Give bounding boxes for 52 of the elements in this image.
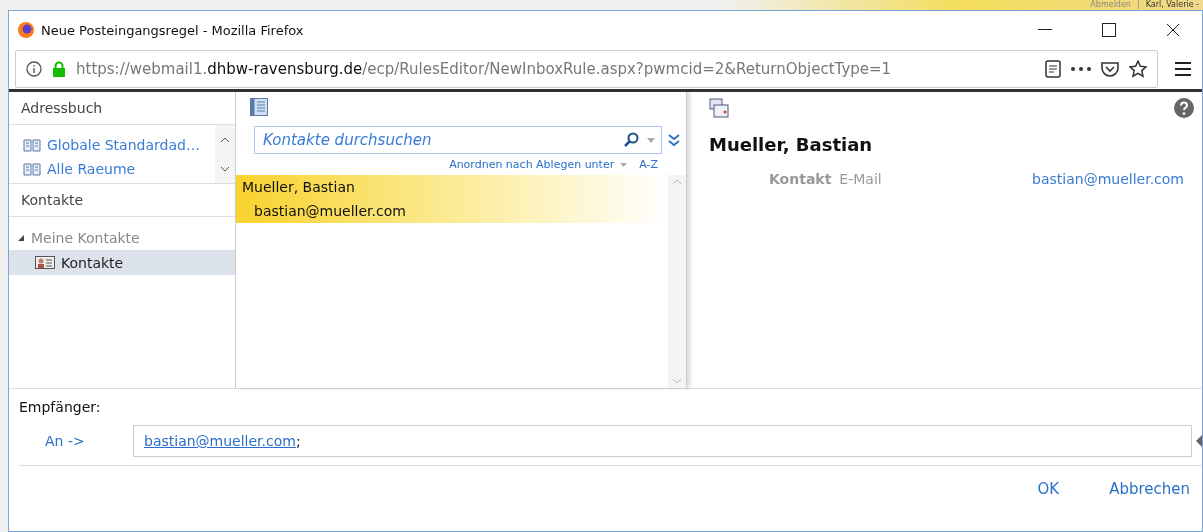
address-book-item[interactable]: Globale Standardad… — [9, 137, 215, 153]
collapse-icon[interactable] — [1196, 435, 1202, 447]
close-icon[interactable] — [1166, 23, 1180, 37]
pocket-icon[interactable] — [1101, 61, 1119, 77]
browser-logo-icon — [17, 21, 35, 39]
search-input[interactable]: Kontakte durchsuchen — [261, 130, 615, 150]
address-book-icon — [23, 162, 41, 176]
help-icon[interactable] — [1174, 98, 1194, 118]
menu-icon[interactable] — [1175, 62, 1191, 76]
url-text: https://webmail1.dhbw-ravensburg.de/ecp/RulesEditor/NewInboxRule.aspx?pwmcid=2&ReturnObjectType=1 — [76, 60, 893, 78]
tree-item[interactable]: Kontakte — [9, 250, 235, 275]
tree-item[interactable]: Meine Kontakte — [9, 225, 235, 250]
section-title: Kontakte — [9, 184, 235, 217]
star-icon[interactable] — [1129, 60, 1147, 78]
recipients-label: Empfänger: — [19, 399, 102, 415]
section-label: Kontakt — [769, 171, 832, 187]
contact-email: bastian@mueller.com — [253, 203, 407, 219]
contact-card-icon — [35, 256, 55, 269]
field-label: E-Mail — [839, 171, 883, 187]
to-button[interactable]: An -> — [19, 432, 133, 450]
email-link[interactable]: bastian@mueller.com — [144, 433, 296, 449]
lock-icon — [52, 61, 66, 77]
expanded-triangle-icon[interactable] — [17, 233, 25, 242]
info-icon — [26, 61, 42, 77]
address-book-icon — [23, 138, 41, 152]
contact-name: Mueller, Bastian — [709, 134, 874, 155]
contact-name: Mueller, Bastian — [242, 179, 356, 195]
search-field[interactable]: Kontakte durchsuchen — [254, 126, 662, 154]
search-icon[interactable] — [623, 132, 639, 148]
maximize-icon[interactable] — [1102, 23, 1116, 37]
cancel-button[interactable]: Abbrechen — [1109, 480, 1190, 498]
header-text[interactable]: Abmelden — [1090, 0, 1131, 10]
email-link[interactable]: bastian@mueller.com — [1032, 171, 1194, 187]
reader-view-icon[interactable] — [1045, 60, 1061, 78]
ok-button[interactable]: OK — [1037, 480, 1060, 498]
section-title: Adressbuch — [9, 92, 235, 125]
recipients-field[interactable]: bastian@mueller.com; — [133, 425, 1192, 457]
header-text: Karl, Valerie - — [1145, 0, 1199, 10]
sort-link[interactable]: Anordnen nach Ablegen unter — [449, 158, 628, 171]
more-icon[interactable] — [1071, 67, 1091, 71]
sort-order-link[interactable]: A-Z — [639, 158, 658, 171]
minimize-icon[interactable] — [1038, 29, 1052, 31]
scroll-up-icon[interactable] — [220, 136, 230, 143]
address-list-icon[interactable] — [250, 98, 268, 116]
contact-card-icon[interactable] — [709, 98, 729, 118]
address-book-item[interactable]: Alle Raeume — [9, 161, 215, 177]
header-text: | — [1136, 0, 1140, 10]
expand-icon[interactable] — [668, 133, 680, 147]
separator-text: ; — [295, 433, 301, 449]
scroll-down-icon[interactable] — [220, 165, 230, 172]
window-title: Neue Posteingangsregel - Mozilla Firefox — [41, 22, 305, 38]
address-bar[interactable]: https://webmail1.dhbw-ravensburg.de/ecp/RulesEditor/NewInboxRule.aspx?pwmcid=2&ReturnObjectType=1 — [15, 50, 1158, 88]
